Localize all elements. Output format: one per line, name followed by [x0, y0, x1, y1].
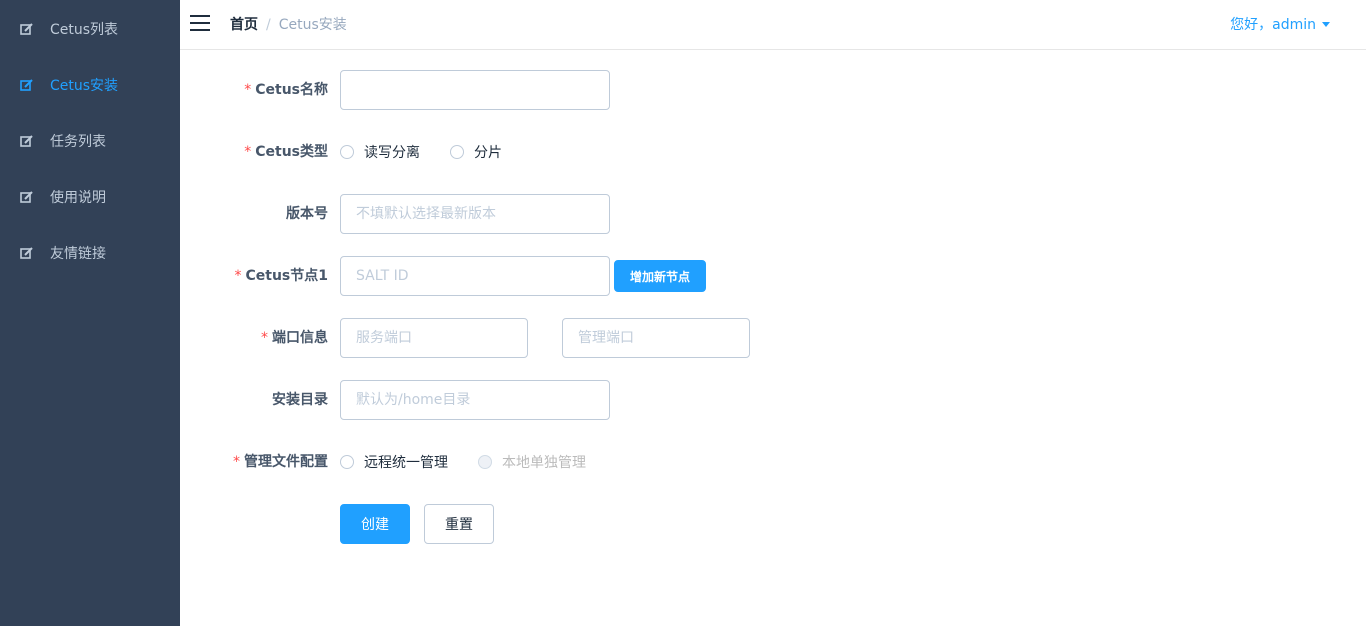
port-label: * 端口信息: [261, 330, 328, 346]
install-dir-label: 安装目录: [272, 392, 328, 408]
node-label: * Cetus节点1: [234, 268, 328, 284]
type-radio-sharding[interactable]: 分片: [450, 132, 502, 172]
edit-icon: [20, 78, 34, 92]
salt-id-input[interactable]: [340, 256, 610, 296]
name-label: * Cetus名称: [244, 82, 328, 98]
required-mark: *: [244, 144, 252, 160]
sidebar-item-label: Cetus安装: [50, 78, 119, 94]
version-input[interactable]: [340, 194, 610, 234]
sidebar-item-task-list[interactable]: 任务列表: [0, 113, 180, 169]
menu-toggle-icon[interactable]: [190, 15, 210, 33]
add-node-button[interactable]: 增加新节点: [614, 260, 706, 292]
config-radio-remote[interactable]: 远程统一管理: [340, 442, 448, 482]
radio-circle-icon: [340, 455, 354, 469]
reset-button[interactable]: 重置: [424, 504, 494, 544]
sidebar-item-label: 友情链接: [50, 246, 106, 262]
type-radio-rw-split[interactable]: 读写分离: [340, 132, 420, 172]
radio-circle-icon: [340, 145, 354, 159]
breadcrumb-separator: /: [266, 17, 271, 33]
sidebar-item-label: 使用说明: [50, 190, 106, 206]
required-mark: *: [244, 82, 252, 98]
edit-icon: [20, 190, 34, 204]
config-radio-local: 本地单独管理: [478, 442, 586, 482]
breadcrumb-current: Cetus安装: [278, 17, 347, 33]
radio-circle-icon: [478, 455, 492, 469]
caret-down-icon: [1322, 21, 1330, 27]
edit-icon: [20, 134, 34, 148]
edit-icon: [20, 22, 34, 36]
sidebar-item-cetus-list[interactable]: Cetus列表: [0, 1, 180, 57]
sidebar-item-links[interactable]: 友情链接: [0, 225, 180, 281]
sidebar-item-label: Cetus列表: [50, 22, 119, 38]
sidebar-item-cetus-install[interactable]: Cetus安装: [0, 57, 180, 113]
user-dropdown[interactable]: 您好，admin: [1230, 16, 1330, 34]
required-mark: *: [261, 330, 268, 346]
edit-icon: [20, 246, 34, 260]
cetus-name-input[interactable]: [340, 70, 610, 110]
create-button[interactable]: 创建: [340, 504, 410, 544]
install-dir-input[interactable]: [340, 380, 610, 420]
radio-circle-icon: [450, 145, 464, 159]
breadcrumb-home[interactable]: 首页: [230, 17, 258, 33]
admin-port-input[interactable]: [562, 318, 750, 358]
breadcrumb: 首页 / Cetus安装: [230, 16, 347, 34]
form-item-port: * 端口信息: [180, 318, 1366, 358]
required-mark: *: [233, 454, 240, 470]
required-mark: *: [234, 268, 242, 284]
form-item-name: * Cetus名称: [180, 70, 1366, 110]
sidebar: Cetus列表 Cetus安装 任务列表 使用说明 友情链接: [0, 0, 180, 626]
form-item-type: * Cetus类型 读写分离 分片: [180, 132, 1366, 172]
sidebar-item-usage[interactable]: 使用说明: [0, 169, 180, 225]
app-layout: Cetus列表 Cetus安装 任务列表 使用说明 友情链接 首页 / Cetu…: [0, 0, 1366, 626]
sidebar-item-label: 任务列表: [50, 134, 106, 150]
form-item-config: * 管理文件配置 远程统一管理 本地单独管理: [180, 442, 1366, 482]
top-header: 首页 / Cetus安装 您好，admin: [180, 0, 1366, 50]
form-item-node: *Cetus节点1 增加新节点: [180, 256, 1366, 296]
config-label: * 管理文件配置: [233, 454, 328, 470]
form-item-install-dir: 安装目录: [180, 380, 1366, 420]
version-label: 版本号: [286, 206, 328, 222]
user-greeting: 您好，admin: [1230, 17, 1316, 33]
service-port-input[interactable]: [340, 318, 528, 358]
form-item-version: 版本号: [180, 194, 1366, 234]
type-label: * Cetus类型: [244, 144, 328, 160]
